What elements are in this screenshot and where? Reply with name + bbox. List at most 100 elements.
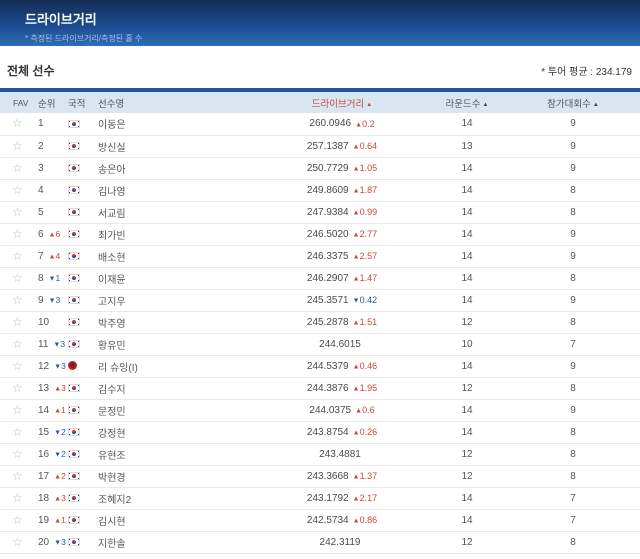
favorite-star-icon[interactable]: ☆: [12, 293, 23, 307]
distance-value: 243.3668: [306, 470, 349, 482]
rank-value: 3: [38, 162, 44, 174]
favorite-star-icon[interactable]: ☆: [12, 381, 23, 395]
distance-value: 244.3876: [306, 382, 349, 394]
favorite-star-icon[interactable]: ☆: [12, 403, 23, 417]
events-value: 8: [506, 311, 640, 334]
table-row: ☆ 12 ▼3 리 슈잉(I) 244.5379 ▲0.46 14 9: [0, 355, 640, 378]
player-name-link[interactable]: 송은아: [90, 157, 256, 180]
rank-change: ▲4: [48, 250, 61, 261]
favorite-star-icon[interactable]: ☆: [12, 359, 23, 373]
flag-icon-korea: [68, 141, 80, 150]
flag-icon-korea: [68, 119, 80, 128]
flag-icon-korea: [68, 449, 80, 458]
rank-change: ▼3: [54, 536, 66, 547]
distance-value: 243.8754: [306, 426, 349, 438]
rank-value: 9: [38, 294, 44, 306]
page-subtitle: * 측정된 드라이브거리/측정된 홀 수: [25, 34, 143, 43]
player-name-link[interactable]: 박주영: [90, 311, 256, 334]
rounds-value: 12: [428, 311, 506, 334]
rank-change: ▼3: [53, 338, 66, 349]
favorite-star-icon[interactable]: ☆: [12, 139, 23, 153]
player-name-link[interactable]: 김시현: [90, 509, 256, 532]
flag-icon-korea: [68, 163, 80, 172]
sort-arrow-icon: ▲: [366, 101, 373, 108]
flag-icon-korea: [68, 295, 80, 304]
table-row: ☆ 18 ▲3 조혜지2 243.1792 ▲2.17 14 7: [0, 487, 640, 510]
player-name-link[interactable]: 리 슈잉(I): [90, 355, 256, 378]
player-name-link[interactable]: 유현조: [90, 443, 256, 466]
favorite-star-icon[interactable]: ☆: [12, 161, 23, 175]
favorite-star-icon[interactable]: ☆: [12, 425, 23, 439]
flag-icon-korea: [68, 405, 80, 414]
flag-icon-korea: [68, 339, 80, 348]
player-name-link[interactable]: 이동은: [90, 113, 256, 136]
favorite-star-icon[interactable]: ☆: [12, 205, 23, 219]
favorite-star-icon[interactable]: ☆: [12, 271, 23, 285]
player-name-link[interactable]: 김수지: [90, 377, 256, 400]
rounds-value: 14: [428, 355, 506, 378]
distance-change: ▲0.64: [352, 141, 378, 151]
favorite-star-icon[interactable]: ☆: [12, 513, 23, 527]
player-name-link[interactable]: 황유민: [90, 333, 256, 356]
rank-change: ▲2: [54, 470, 66, 481]
flag-icon-korea: [68, 251, 80, 260]
distance-value: 244.6015: [319, 338, 361, 350]
table-row: ☆ 13 ▲3 김수지 244.3876 ▲1.95 12 8: [0, 377, 640, 400]
distance-value: 245.3571: [306, 294, 349, 306]
flag-icon-korea: [68, 493, 80, 502]
flag-icon-korea: [68, 207, 80, 216]
player-name-link[interactable]: 지한솔: [90, 531, 256, 554]
player-name-link[interactable]: 조혜지2: [90, 487, 256, 510]
player-name-link[interactable]: 문정민: [90, 399, 256, 422]
rounds-value: 14: [428, 487, 506, 510]
player-name-link[interactable]: 고지우: [90, 289, 256, 312]
distance-change: ▲1.47: [352, 273, 378, 283]
distance-change: ▲1.37: [352, 471, 378, 481]
distance-change: ▲0.2: [355, 118, 375, 129]
player-name-link[interactable]: 박현경: [90, 465, 256, 488]
favorite-star-icon[interactable]: ☆: [12, 447, 23, 461]
favorite-star-icon[interactable]: ☆: [12, 469, 23, 483]
rank-value: 12: [38, 360, 50, 372]
flag-icon-korea: [68, 229, 80, 238]
events-value: 8: [506, 421, 640, 444]
rounds-value: 12: [428, 531, 506, 554]
rounds-value: 14: [428, 201, 506, 224]
favorite-star-icon[interactable]: ☆: [12, 116, 23, 130]
distance-change: ▲1.87: [352, 185, 378, 195]
player-name-link[interactable]: 방신실: [90, 135, 256, 158]
distance-value: 260.0946: [309, 118, 352, 130]
table-row: ☆ 1 이동은 260.0946 ▲0.2 14 9: [0, 113, 640, 136]
favorite-star-icon[interactable]: ☆: [12, 535, 23, 549]
rank-change: ▼1: [48, 272, 61, 283]
player-name-link[interactable]: 서교림: [90, 201, 256, 224]
column-header-distance-sort[interactable]: 드라이브거리 ▲: [256, 92, 428, 113]
rank-value: 17: [38, 470, 50, 482]
player-name-link[interactable]: 배소현: [90, 245, 256, 268]
distance-value: 243.4881: [319, 448, 361, 460]
player-name-link[interactable]: 이재윤: [90, 267, 256, 290]
player-name-link[interactable]: 최가빈: [90, 223, 256, 246]
favorite-star-icon[interactable]: ☆: [12, 227, 23, 241]
favorite-star-icon[interactable]: ☆: [12, 315, 23, 329]
player-name-link[interactable]: 강정현: [90, 421, 256, 444]
rank-value: 8: [38, 272, 44, 284]
column-header-events-sort[interactable]: 참가대회수 ▲: [506, 92, 640, 113]
player-name-link[interactable]: 김나영: [90, 179, 256, 202]
all-players-label: 전체 선수: [7, 63, 55, 78]
distance-value: 246.2907: [306, 272, 349, 284]
rank-value: 20: [38, 536, 50, 548]
rank-change: ▼3: [54, 360, 66, 371]
page-header-banner: 드라이브거리 * 측정된 드라이브거리/측정된 홀 수: [0, 0, 640, 46]
rank-change: ▲1: [54, 404, 66, 415]
flag-icon-korea: [68, 273, 80, 282]
favorite-star-icon[interactable]: ☆: [12, 491, 23, 505]
favorite-star-icon[interactable]: ☆: [12, 337, 23, 351]
favorite-star-icon[interactable]: ☆: [12, 183, 23, 197]
distance-change: ▲1.05: [352, 163, 378, 173]
rank-value: 2: [38, 140, 44, 152]
column-header-rounds-sort[interactable]: 라운드수 ▲: [428, 92, 506, 113]
rank-value: 5: [38, 206, 44, 218]
favorite-star-icon[interactable]: ☆: [12, 249, 23, 263]
events-value: 9: [506, 223, 640, 246]
